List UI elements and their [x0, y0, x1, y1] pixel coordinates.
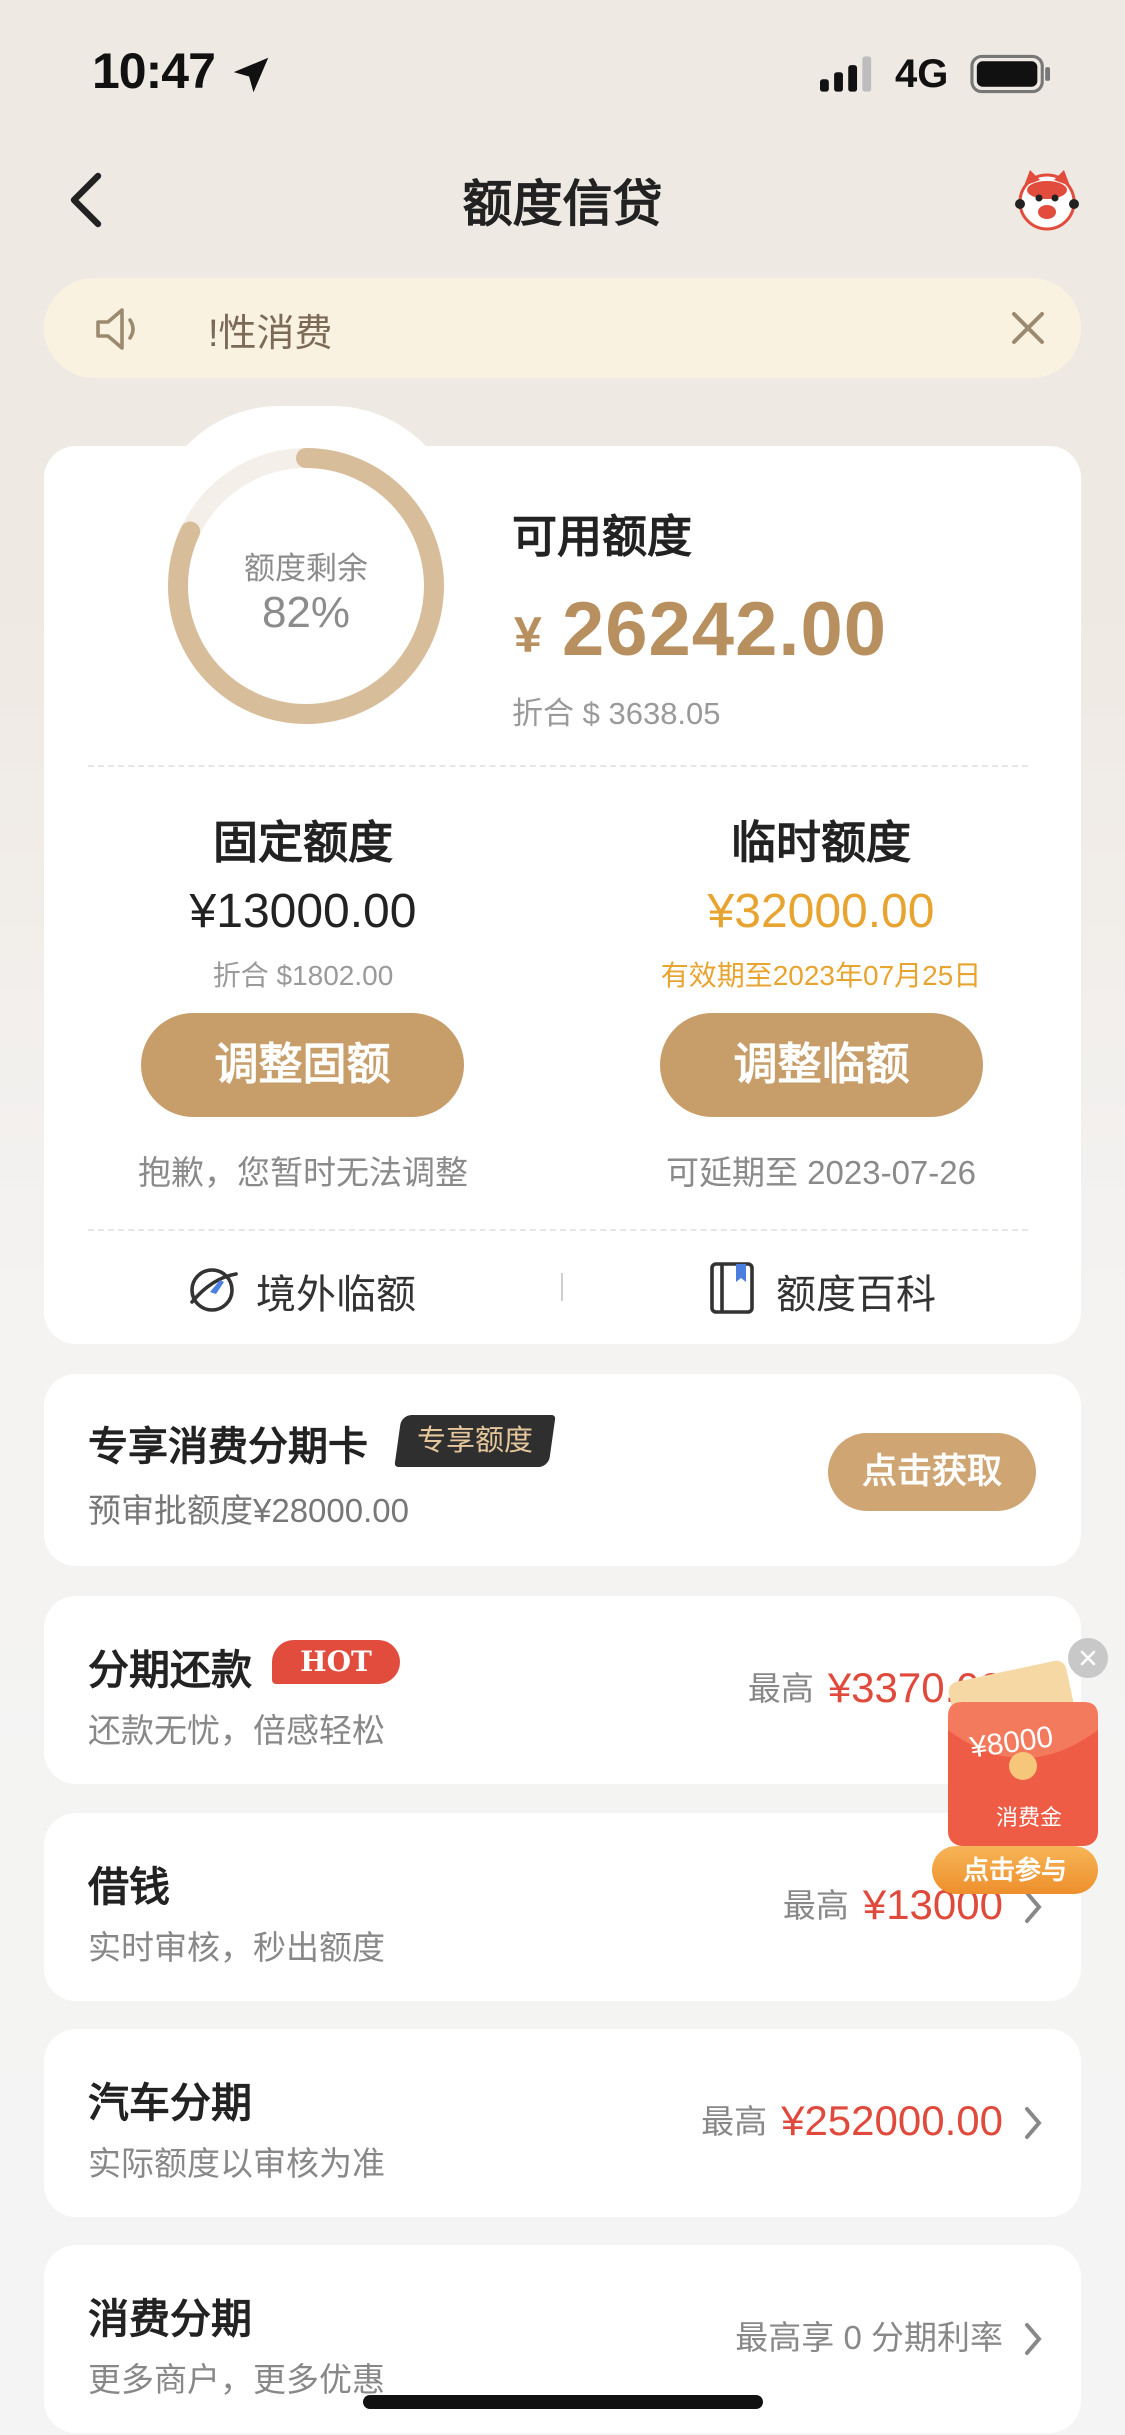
battery-icon [970, 54, 1051, 94]
product-subtitle: 实时审核，秒出额度 [88, 1929, 385, 1966]
overseas-credit-label: 境外临额 [256, 1273, 416, 1317]
limit-amount: ¥252000.00 [781, 2097, 1003, 2144]
hot-badge: HOT [272, 1640, 400, 1684]
product-subtitle: 还款无忧，倍感轻松 [88, 1712, 385, 1749]
temp-credit-amount: ¥32000.00 [707, 885, 935, 938]
ring-percent: 82% [261, 588, 351, 637]
product-limit: 最高 ¥252000.00 [701, 2095, 1003, 2144]
limit-prefix: 最高 [701, 2103, 768, 2140]
available-credit-title: 可用额度 [512, 511, 693, 562]
credit-wiki-label: 额度百科 [776, 1273, 936, 1317]
product-row-borrow[interactable]: 借钱 实时审核，秒出额度 最高 ¥13000 [44, 1813, 1081, 2001]
plane-globe-icon [190, 1268, 238, 1312]
product-title: 消费分期 [88, 2296, 252, 2342]
temp-credit-note: 可延期至 2023-07-26 [666, 1154, 976, 1191]
fixed-credit-convert: 折合 $1802.00 [212, 960, 394, 991]
close-icon [1080, 1650, 1096, 1666]
adjust-temp-button[interactable]: 调整临额 [660, 1013, 983, 1117]
available-credit-amount: 26242.00 [562, 587, 887, 672]
book-icon [710, 1262, 754, 1314]
status-time: 10:47 [92, 43, 216, 99]
notice-bar[interactable]: !性消费 [44, 278, 1081, 378]
notice-text: !性消费 [208, 313, 333, 355]
promo-close-button[interactable] [1068, 1638, 1108, 1678]
product-title: 借钱 [88, 1864, 170, 1910]
exclusive-card-subtitle: 预审批额度¥28000.00 [88, 1492, 409, 1529]
limit-prefix: 最高享 0 分期利率 [735, 2319, 1003, 2356]
product-row-installment-repay[interactable]: 分期还款 HOT 还款无忧，倍感轻松 最高 ¥3370.00 [44, 1596, 1081, 1784]
overseas-credit-link[interactable]: 境外临额 [186, 1256, 426, 1317]
fixed-credit-note: 抱歉，您暂时无法调整 [138, 1154, 468, 1191]
exclusive-badge-label: 专享额度 [416, 1425, 533, 1457]
fixed-credit-amount: ¥13000.00 [189, 885, 417, 938]
chevron-right-icon [1025, 2107, 1042, 2139]
speaker-icon [96, 308, 135, 350]
nav-bar: 额度信贷 [0, 150, 1125, 250]
available-credit-convert: 折合 $ 3638.05 [512, 696, 721, 731]
status-bar: 10:47 4G [0, 0, 1125, 150]
divider [88, 1229, 1028, 1231]
credit-wiki-link[interactable]: 额度百科 [708, 1256, 948, 1317]
network-label: 4G [895, 52, 949, 96]
get-card-button[interactable]: 点击获取 [828, 1433, 1036, 1511]
product-title: 分期还款 [88, 1647, 252, 1693]
close-icon[interactable] [1008, 308, 1048, 348]
location-arrow-icon [233, 57, 269, 93]
exclusive-badge: 专享额度 [394, 1415, 556, 1467]
mascot-avatar-icon[interactable] [1012, 164, 1082, 234]
join-promo-button[interactable]: 点击参与 [932, 1846, 1098, 1894]
link-separator [561, 1273, 563, 1301]
ring-label: 额度剩余 [244, 551, 368, 586]
chevron-right-icon [1025, 2323, 1042, 2355]
signal-icon [820, 56, 872, 92]
page-title: 额度信贷 [462, 176, 663, 232]
product-subtitle: 实际额度以审核为准 [88, 2145, 385, 2182]
product-limit: 最高享 0 分期利率 [735, 2311, 1003, 2359]
promo-tag: 消费金 [996, 1805, 1063, 1830]
product-subtitle: 更多商户，更多优惠 [88, 2361, 385, 2398]
limit-prefix: 最高 [747, 1670, 814, 1707]
temp-credit-validity: 有效期至2023年07月25日 [660, 960, 982, 991]
adjust-fixed-button[interactable]: 调整固额 [141, 1013, 464, 1117]
product-row-car-installment[interactable]: 汽车分期 实际额度以审核为准 最高 ¥252000.00 [44, 2029, 1081, 2217]
divider [88, 765, 1028, 767]
exclusive-card-title: 专享消费分期卡 [88, 1425, 368, 1469]
fixed-credit-title: 固定额度 [212, 817, 393, 868]
home-indicator [363, 2395, 763, 2409]
available-credit-currency: ¥ [514, 607, 542, 663]
temp-credit-title: 临时额度 [730, 817, 911, 868]
limit-prefix: 最高 [782, 1887, 849, 1924]
product-title: 汽车分期 [88, 2080, 252, 2126]
